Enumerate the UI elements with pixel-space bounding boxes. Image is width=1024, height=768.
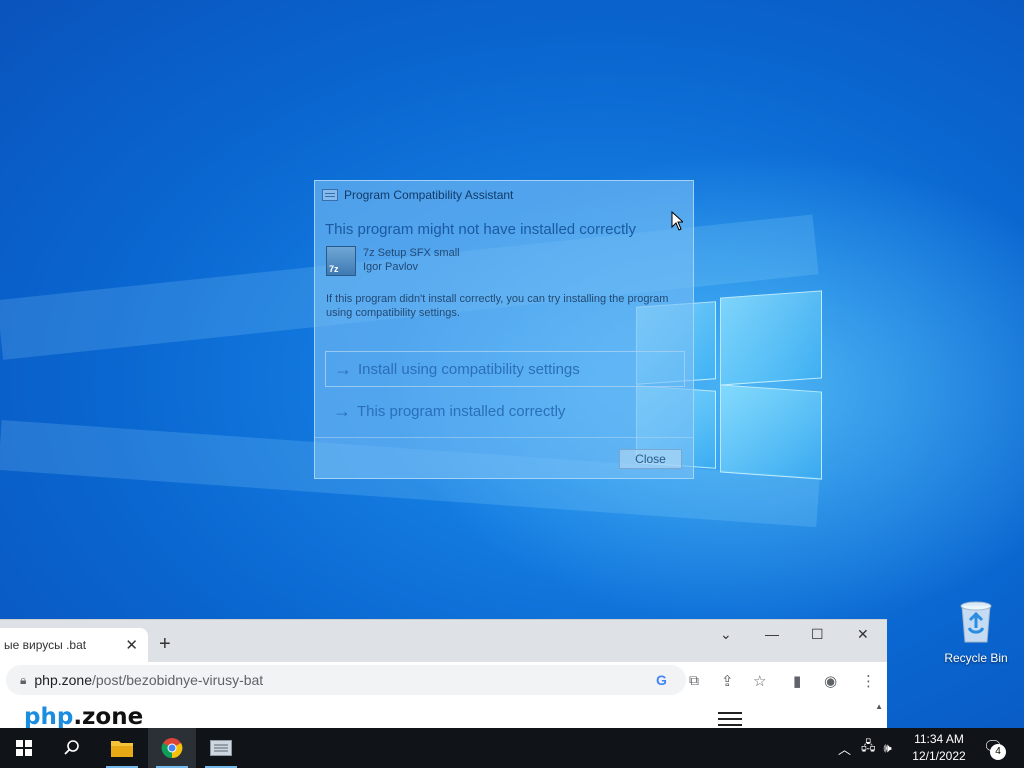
chrome-button[interactable] <box>148 728 196 768</box>
volume-icon[interactable]: 🕪︎ <box>884 740 892 756</box>
hamburger-menu-icon[interactable] <box>718 712 742 726</box>
recycle-bin[interactable]: Recycle Bin <box>940 598 1012 665</box>
maximize-icon[interactable]: ☐ <box>811 626 824 643</box>
translate-icon[interactable]: ⧉ <box>689 672 699 689</box>
compatibility-dialog: Program Compatibility Assistant This pro… <box>314 180 694 479</box>
dialog-heading: This program might not have installed co… <box>325 221 636 238</box>
dialog-footer: Close <box>315 437 693 478</box>
bookmark-star-icon[interactable]: ☆ <box>753 672 766 690</box>
mouse-cursor-icon <box>671 211 683 231</box>
installed-correctly-option[interactable]: → This program installed correctly <box>325 393 685 429</box>
arrow-right-icon: → <box>334 358 352 379</box>
close-tab-icon[interactable]: ✕ <box>125 636 138 654</box>
network-icon[interactable]: 🖧︎ <box>861 737 876 759</box>
app-publisher: Igor Pavlov <box>363 261 419 273</box>
scroll-up-icon[interactable]: ▲ <box>875 702 883 711</box>
installer-icon <box>326 246 356 276</box>
recycle-bin-label: Recycle Bin <box>944 651 1008 665</box>
folder-icon <box>111 741 133 757</box>
address-bar[interactable]: 🔒︎ php.zone/post/bezobidnye-virusy-bat G… <box>6 665 699 695</box>
dialog-titlebar[interactable]: Program Compatibility Assistant <box>315 181 693 209</box>
url-host: php.zone <box>34 672 92 688</box>
app-info: 7z Setup SFX small Igor Pavlov <box>326 246 693 276</box>
site-logo[interactable]: php.zone <box>24 704 143 728</box>
clock[interactable]: 11:34 AM 12/1/2022 <box>905 731 973 765</box>
close-button[interactable]: Close <box>619 449 682 469</box>
tab-strip: ые вирусы .bat ✕ + ⌄ — ☐ ✕ <box>0 620 887 662</box>
site-logo-zone: .zone <box>73 704 144 728</box>
close-window-icon[interactable]: ✕ <box>857 626 869 643</box>
window-icon <box>322 189 338 201</box>
clock-time: 11:34 AM <box>914 732 964 746</box>
url-path: /post/bezobidnye-virusy-bat <box>92 672 264 688</box>
system-tray: ︿ 🖧︎ 🕪︎ <box>838 728 892 768</box>
dialog-title: Program Compatibility Assistant <box>344 188 514 202</box>
page-content: php.zone ▲ <box>0 698 887 728</box>
share-icon[interactable]: ⇪ <box>721 672 734 690</box>
compatibility-assistant-button[interactable] <box>197 728 245 768</box>
google-icon[interactable]: G <box>656 672 667 688</box>
new-tab-icon[interactable]: + <box>159 633 171 656</box>
profile-avatar-icon[interactable]: ◉ <box>824 672 837 690</box>
program-window-icon <box>210 740 232 756</box>
taskbar: ︿ 🖧︎ 🕪︎ 11:34 AM 12/1/2022 🗨︎ 4 <box>0 728 1024 768</box>
minimize-icon[interactable]: — <box>765 626 779 642</box>
app-name: 7z Setup SFX small <box>363 247 460 259</box>
search-button[interactable] <box>48 728 96 768</box>
browser-toolbar: 🔒︎ php.zone/post/bezobidnye-virusy-bat G… <box>0 662 887 698</box>
notification-count-badge: 4 <box>990 744 1006 760</box>
file-explorer-button[interactable] <box>98 728 146 768</box>
recycle-bin-icon <box>960 601 992 643</box>
tab-title: ые вирусы .bat <box>4 638 87 652</box>
side-panel-icon[interactable]: ▮ <box>793 672 801 690</box>
lock-icon[interactable]: 🔒︎ <box>20 673 26 688</box>
show-hidden-icons-icon[interactable]: ︿ <box>838 739 851 758</box>
option-label: This program installed correctly <box>357 402 566 420</box>
option-label: Install using compatibility settings <box>358 360 580 378</box>
browser-tab[interactable]: ые вирусы .bat ✕ <box>0 628 148 662</box>
dialog-description: If this program didn't install correctly… <box>326 293 669 319</box>
browser-window: ые вирусы .bat ✕ + ⌄ — ☐ ✕ 🔒︎ php.zone/p… <box>0 619 887 728</box>
install-compatibility-option[interactable]: → Install using compatibility settings <box>325 351 685 387</box>
arrow-right-icon: → <box>333 400 351 421</box>
menu-kebab-icon[interactable]: ⋮ <box>861 672 876 690</box>
chrome-icon <box>161 738 183 759</box>
tab-search-icon[interactable]: ⌄ <box>720 626 732 643</box>
start-button[interactable] <box>0 728 48 768</box>
windows-start-icon <box>16 740 32 756</box>
search-icon <box>64 740 79 755</box>
clock-date: 12/1/2022 <box>912 749 966 763</box>
site-logo-php: php <box>24 704 74 728</box>
